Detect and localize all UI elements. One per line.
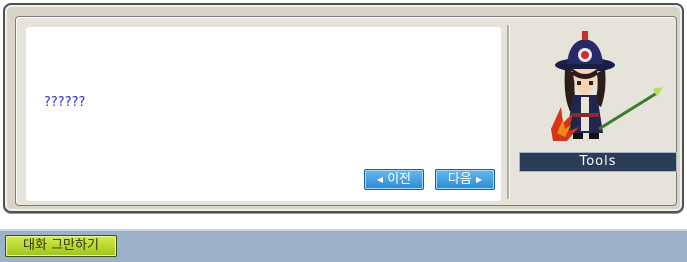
dialog-text-area: ?????? ◀ 이전 다음 ▶ xyxy=(26,27,501,201)
npc-name-tag: Tools xyxy=(519,152,677,172)
dialog-message: ?????? xyxy=(44,95,86,110)
next-button-label: 다음 xyxy=(447,172,472,187)
npc-portrait xyxy=(551,31,663,141)
end-chat-button[interactable]: 대화 그만하기 xyxy=(5,235,117,257)
npc-dialog-window: ?????? ◀ 이전 다음 ▶ Tools xyxy=(3,3,684,213)
panel-divider xyxy=(507,25,510,199)
left-triangle-icon: ◀ xyxy=(376,175,384,184)
right-triangle-icon: ▶ xyxy=(475,175,483,184)
prev-button-label: 이전 xyxy=(387,172,412,187)
bottom-bar: 대화 그만하기 xyxy=(0,229,687,262)
next-button[interactable]: 다음 ▶ xyxy=(435,169,495,190)
prev-button[interactable]: ◀ 이전 xyxy=(364,169,424,190)
